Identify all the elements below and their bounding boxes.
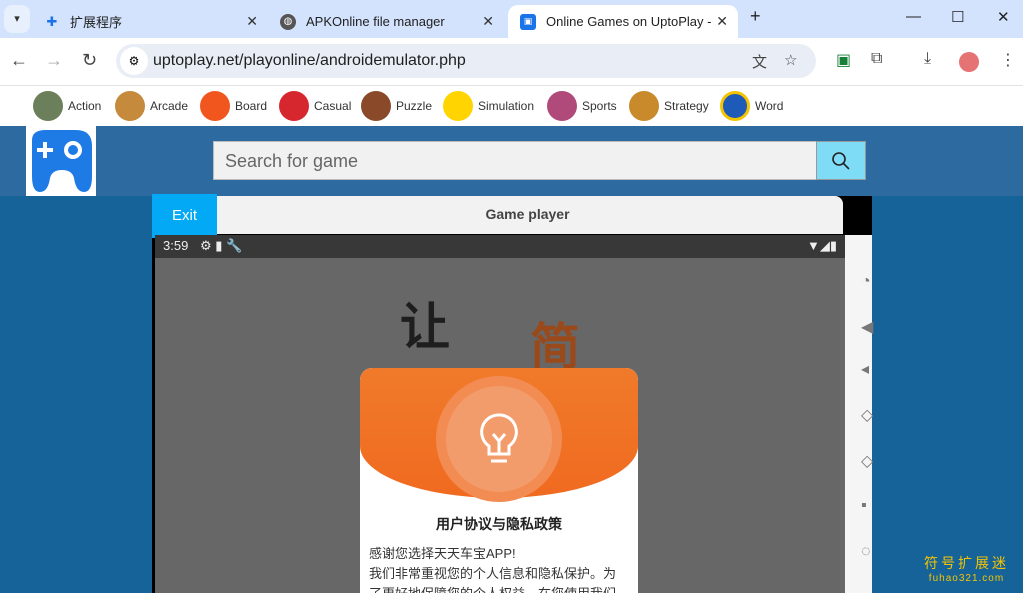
extensions-icon[interactable]: ⧉ bbox=[871, 50, 882, 68]
site-info-icon[interactable]: ⚙ bbox=[120, 47, 148, 75]
download-icon[interactable]: ⤓ bbox=[924, 50, 931, 68]
url-text[interactable]: uptoplay.net/playonline/androidemulator.… bbox=[153, 52, 466, 70]
address-bar: ← → ↻ ⚙ uptoplay.net/playonline/androide… bbox=[0, 38, 1023, 85]
bookmark-sports[interactable]: Sports bbox=[547, 91, 617, 121]
arcade-icon bbox=[115, 91, 145, 121]
star-icon[interactable]: ☆ bbox=[784, 51, 797, 69]
search-button[interactable] bbox=[816, 141, 866, 180]
zoom-icon[interactable]: ◌ bbox=[861, 543, 871, 561]
bookmarks-bar: Action Arcade Board Casual Puzzle Simula… bbox=[0, 85, 1023, 126]
power-icon[interactable]: ◔ bbox=[861, 273, 871, 291]
puzzle-game-icon bbox=[361, 91, 391, 121]
simulation-icon bbox=[443, 91, 473, 121]
maximize-button[interactable]: ☐ bbox=[951, 8, 964, 26]
tab-bar: ▾ ✚ 扩展程序 ✕ ◍ APKOnline file manager ✕ ▣ … bbox=[0, 0, 1023, 38]
close-tab-icon[interactable]: ✕ bbox=[246, 13, 258, 30]
bookmark-word[interactable]: Word bbox=[720, 91, 783, 121]
menu-icon[interactable]: ⋮ bbox=[1000, 50, 1016, 70]
bookmark-puzzle[interactable]: Puzzle bbox=[361, 91, 432, 121]
emulator-side-toolbar: ◔ ◀ ◂ ◇ ◇ ▪ ◌ bbox=[845, 235, 873, 593]
settings-icon: ⚙ ▮ 🔧 bbox=[199, 238, 243, 253]
bookmark-strategy[interactable]: Strategy bbox=[629, 91, 709, 121]
extension-icon[interactable]: ▣ bbox=[836, 50, 851, 70]
omnibox[interactable]: ⚙ uptoplay.net/playonline/androidemulato… bbox=[116, 44, 816, 78]
watermark: 符号扩展迷 fuhao321.com bbox=[924, 555, 1009, 584]
tab-search-dropdown[interactable]: ▾ bbox=[4, 5, 30, 33]
globe-icon: ◍ bbox=[280, 13, 296, 30]
exit-button[interactable]: Exit bbox=[152, 194, 217, 238]
tab-uptoplay[interactable]: ▣ Online Games on UptoPlay - ✕ bbox=[508, 5, 738, 38]
profile-avatar[interactable] bbox=[959, 52, 979, 72]
board-icon bbox=[200, 91, 230, 121]
casual-icon bbox=[279, 91, 309, 121]
bookmark-casual[interactable]: Casual bbox=[279, 91, 351, 121]
search-icon bbox=[832, 151, 850, 170]
rotate-right-icon[interactable]: ◇ bbox=[861, 451, 873, 471]
site-header: Search for game bbox=[0, 126, 1023, 196]
tab-apkonline[interactable]: ◍ APKOnline file manager ✕ bbox=[268, 5, 504, 38]
emulator-screen[interactable]: 3:59 ⚙ ▮ 🔧 ▼◢▮ 让车 简 用户协议与隐私政策 感谢您选择天天车宝A… bbox=[155, 235, 845, 593]
word-icon bbox=[720, 91, 750, 121]
player-title: Game player bbox=[212, 196, 843, 234]
bookmark-action[interactable]: Action bbox=[33, 91, 101, 121]
privacy-dialog: 用户协议与隐私政策 感谢您选择天天车宝APP! 我们非常重视您的个人信息和隐私保… bbox=[360, 368, 638, 593]
close-tab-icon[interactable]: ✕ bbox=[482, 13, 494, 30]
volume-down-icon[interactable]: ◂ bbox=[861, 359, 869, 379]
new-tab-button[interactable]: + bbox=[750, 6, 761, 27]
dialog-text: 感谢您选择天天车宝APP! 我们非常重视您的个人信息和隐私保护。为 了更好地保障… bbox=[369, 546, 617, 593]
strategy-icon bbox=[629, 91, 659, 121]
close-window-button[interactable]: ✕ bbox=[997, 8, 1010, 26]
minimize-button[interactable]: — bbox=[906, 8, 921, 25]
lightbulb-icon bbox=[436, 376, 562, 502]
game-player: Game player Exit 3:59 ⚙ ▮ 🔧 ▼◢▮ 让车 简 用户协… bbox=[152, 194, 873, 593]
action-icon bbox=[33, 91, 63, 121]
uptoplay-logo[interactable] bbox=[26, 126, 96, 196]
rotate-icon[interactable]: ◇ bbox=[861, 405, 873, 425]
tab-extensions[interactable]: ✚ 扩展程序 ✕ bbox=[32, 5, 268, 38]
bookmark-arcade[interactable]: Arcade bbox=[115, 91, 188, 121]
dialog-title: 用户协议与隐私政策 bbox=[436, 516, 562, 532]
puzzle-icon: ✚ bbox=[46, 13, 58, 29]
android-status-bar: 3:59 ⚙ ▮ 🔧 ▼◢▮ bbox=[155, 235, 845, 258]
uptoplay-icon: ▣ bbox=[520, 13, 536, 30]
forward-button[interactable]: → bbox=[45, 50, 63, 71]
bookmark-board[interactable]: Board bbox=[200, 91, 267, 121]
sports-icon bbox=[547, 91, 577, 121]
close-tab-icon[interactable]: ✕ bbox=[716, 13, 728, 30]
back-button[interactable]: ← bbox=[10, 50, 28, 71]
camera-icon[interactable]: ▪ bbox=[861, 497, 867, 515]
search-input[interactable]: Search for game bbox=[213, 141, 817, 180]
volume-up-icon[interactable]: ◀ bbox=[861, 317, 873, 337]
reload-button[interactable]: ↻ bbox=[82, 50, 97, 71]
bookmark-simulation[interactable]: Simulation bbox=[443, 91, 534, 121]
translate-icon[interactable]: 文 bbox=[752, 51, 767, 72]
wifi-signal-battery-icon: ▼◢▮ bbox=[806, 238, 837, 253]
